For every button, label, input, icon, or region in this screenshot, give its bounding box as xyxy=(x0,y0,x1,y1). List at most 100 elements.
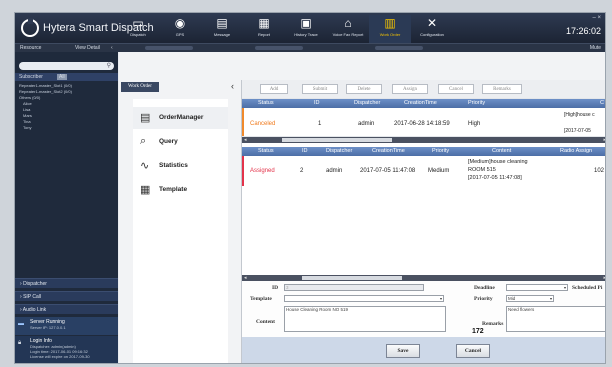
nav-label: GPS xyxy=(175,32,185,37)
table-row[interactable]: Canceled 1 admin 2017-06-28 14:18:59 Hig… xyxy=(242,108,605,136)
content-cell: [2017-07-05 xyxy=(564,128,591,134)
menu-label: Statistics xyxy=(159,162,188,169)
toolbar: Add Submit Delete Assign Cancel Remarks xyxy=(242,80,605,98)
nav-configuration[interactable]: ✕ Configuration xyxy=(411,15,453,43)
menu-order-manager[interactable]: ▤ OrderManager xyxy=(133,107,228,129)
mute-button[interactable]: Mute xyxy=(590,45,601,51)
main-nav: ▭ Dispatch ◉ GPS ▤ Message ▦ Report ▣ History… xyxy=(117,15,453,43)
sidebar: ⚲ Subscriber All Repeater1-master_Slot1 … xyxy=(15,52,118,363)
column-header: Dispatcher xyxy=(326,148,353,154)
add-button[interactable]: Add xyxy=(260,84,288,94)
search-input[interactable]: ⚲ xyxy=(19,62,114,70)
column-header: CreationTime xyxy=(372,148,405,154)
column-header: CreationTime xyxy=(404,100,437,106)
section-dispatcher[interactable]: › Dispatcher xyxy=(15,278,118,288)
work-order-area: Work Order ▤ OrderManager ⌕ Query ∿ Statist… xyxy=(119,52,605,363)
nav-dispatch[interactable]: ▭ Dispatch xyxy=(117,15,159,43)
column-header: ID xyxy=(314,100,320,106)
nav-history-trace[interactable]: ▣ History Trace xyxy=(285,15,327,43)
gps-icon: ◉ xyxy=(174,16,186,30)
submit-button[interactable]: Submit xyxy=(302,84,338,94)
template-select[interactable]: ▾ xyxy=(284,295,444,302)
column-header: C xyxy=(600,100,604,106)
column-header: Dispatcher xyxy=(354,100,381,106)
section-label: Dispatcher xyxy=(23,281,47,287)
template-label: Template xyxy=(250,296,272,302)
work-order-icon: ▥ xyxy=(384,16,396,30)
nav-work-order[interactable]: ▥ Work Order xyxy=(369,15,411,43)
status-marker xyxy=(242,108,244,136)
chevron-down-icon: ▾ xyxy=(563,285,566,290)
remarks-field[interactable]: Need flowers xyxy=(506,306,605,332)
section-label: SIP Call xyxy=(23,294,42,300)
assign-button[interactable]: Assign xyxy=(392,84,428,94)
remarks-label: Remarks xyxy=(482,321,504,327)
ptt-volume-slider-2[interactable] xyxy=(375,46,423,50)
subscriber-header[interactable]: Subscriber All xyxy=(15,73,118,81)
form-footer: Save Cancel xyxy=(242,337,605,363)
menu-statistics[interactable]: ∿ Statistics xyxy=(133,155,228,177)
priority-label: Priority xyxy=(474,296,493,302)
section-audio-link[interactable]: › Audio Link xyxy=(15,304,118,314)
history-trace-icon: ▣ xyxy=(300,16,312,30)
collapse-left-icon[interactable]: ‹ xyxy=(111,45,113,51)
lock-icon: 🔒︎ xyxy=(18,340,22,346)
nav-label: Configuration xyxy=(420,32,444,37)
volume-slider[interactable] xyxy=(145,46,193,50)
menu-label: Template xyxy=(159,186,188,193)
nav-label: Message xyxy=(213,32,231,37)
section-label: Audio Link xyxy=(22,307,47,313)
content-field[interactable]: House Cleaning Room NO 519 xyxy=(284,306,446,332)
dispatcher-cell: admin xyxy=(358,121,375,127)
id-cell: 1 xyxy=(318,121,322,127)
nav-gps[interactable]: ◉ GPS xyxy=(159,15,201,43)
template-icon: ▦ xyxy=(140,184,151,196)
priority-value: Mid xyxy=(508,296,516,301)
save-button[interactable]: Save xyxy=(386,344,420,358)
collapse-menu-icon[interactable]: ‹ xyxy=(231,80,239,92)
top-bar: Hytera Smart Dispatch ▭ Dispatch ◉ GPS ▤ Me… xyxy=(15,13,605,43)
remarks-button[interactable]: Remarks xyxy=(482,84,522,94)
menu-template[interactable]: ▦ Template xyxy=(133,179,228,201)
id-cell: 2 xyxy=(300,168,304,174)
column-header: Radio Assign xyxy=(560,148,593,154)
work-order-menu: ▤ OrderManager ⌕ Query ∿ Statistics ▦ Templa… xyxy=(133,99,228,363)
column-header: Status xyxy=(258,148,274,154)
tab-work-order[interactable]: Work Order xyxy=(121,82,159,92)
ptt-volume-slider-1[interactable] xyxy=(255,46,303,50)
server-status: ▬ Server Running Server IP: 127.0.0.1 xyxy=(15,317,118,335)
sub-bar: Resource View Detail ‹ Mute xyxy=(15,43,605,52)
nav-message[interactable]: ▤ Message xyxy=(201,15,243,43)
column-header: Content xyxy=(492,148,512,154)
window-controls[interactable]: – × xyxy=(592,15,601,21)
server-detail: Server IP: 127.0.0.1 xyxy=(30,325,66,330)
report-icon: ▦ xyxy=(258,16,270,30)
nav-voice-fax-report[interactable]: ⌂ Voice Fax Report xyxy=(327,15,369,43)
nav-label: Report xyxy=(257,32,270,37)
cancel-order-button[interactable]: Cancel xyxy=(438,84,474,94)
deadline-select[interactable]: ▾ xyxy=(506,284,568,291)
search-icon: ⚲ xyxy=(106,63,111,69)
statistics-icon: ∿ xyxy=(140,160,150,172)
content-label: Content xyxy=(256,319,275,325)
radio-assign-cell: 102 xyxy=(594,168,605,174)
filter-select[interactable]: All xyxy=(57,74,67,80)
delete-button[interactable]: Delete xyxy=(346,84,382,94)
scroll-thumb[interactable] xyxy=(302,276,402,280)
content-cell: [High]house c xyxy=(564,112,595,118)
scroll-thumb[interactable] xyxy=(282,138,392,142)
login-info: 🔒︎ Login Info Dispatcher: admin(admin) L… xyxy=(15,336,118,363)
table-row[interactable]: Assigned 2 admin 2017-07-05 11:47:08 Med… xyxy=(242,156,605,186)
creation-time-cell: 2017-07-05 11:47:08 xyxy=(360,168,416,174)
menu-label: Query xyxy=(159,138,178,145)
priority-select[interactable]: Mid ▾ xyxy=(506,295,554,302)
cancel-button[interactable]: Cancel xyxy=(456,344,490,358)
tree-item[interactable]: Tony xyxy=(19,125,117,131)
nav-report[interactable]: ▦ Report xyxy=(243,15,285,43)
scheduled-label[interactable]: Scheduled Pi xyxy=(572,285,602,291)
section-sip-call[interactable]: › SIP Call xyxy=(15,291,118,301)
menu-query[interactable]: ⌕ Query xyxy=(133,131,228,153)
tools-icon: ✕ xyxy=(426,16,438,30)
view-detail-link[interactable]: View Detail xyxy=(75,45,100,51)
chevron-down-icon: ▾ xyxy=(549,296,552,301)
